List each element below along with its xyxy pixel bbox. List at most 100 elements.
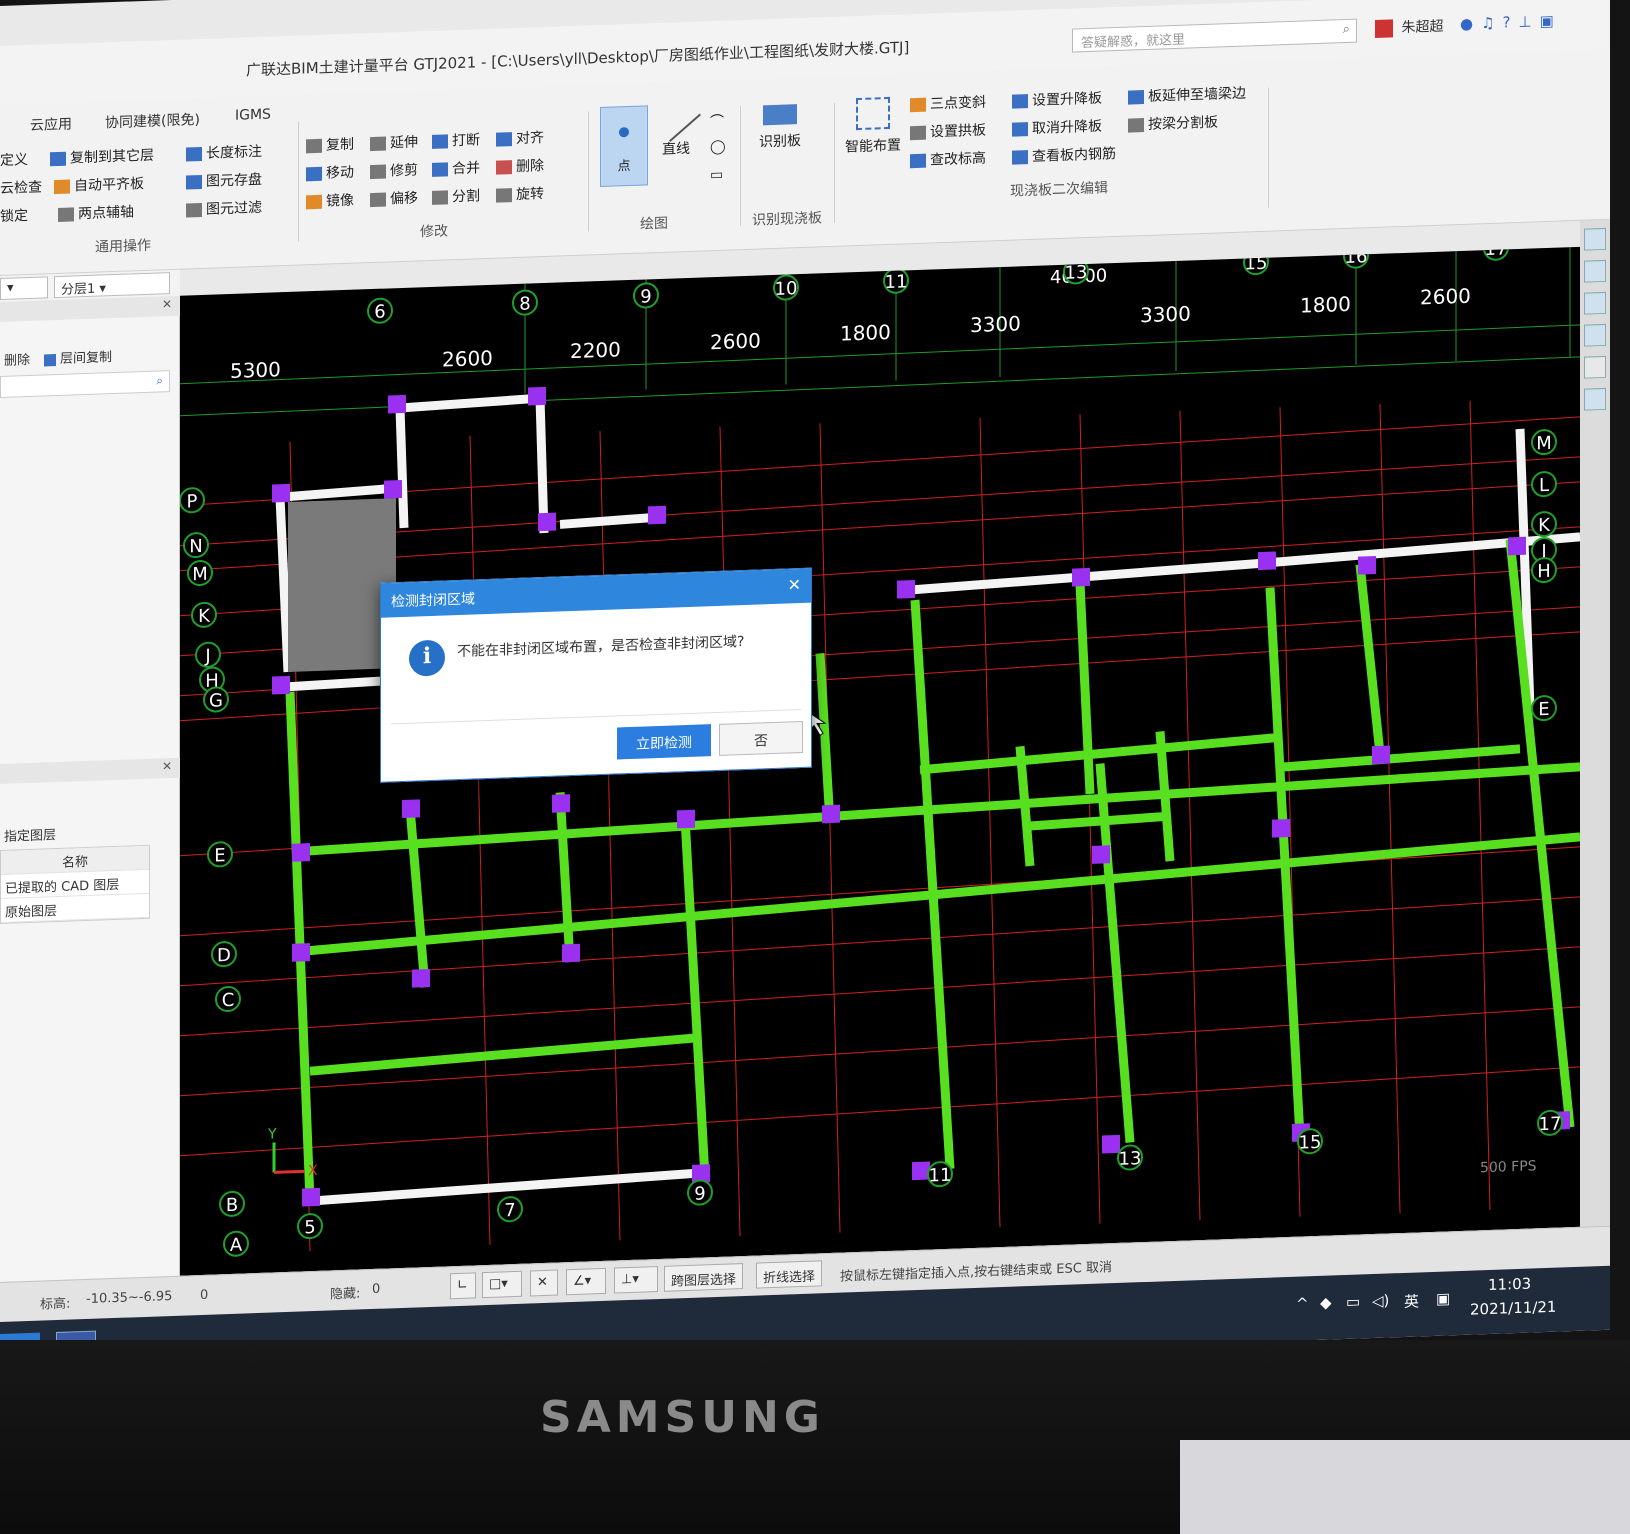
align-button[interactable]: 对齐 xyxy=(496,127,544,149)
copy-between-floors-action[interactable]: 层间复制 xyxy=(44,346,112,367)
extend-slab-button[interactable]: 板延伸至墙梁边 xyxy=(1128,82,1246,106)
tray-shield-icon[interactable]: ◆ xyxy=(1320,1294,1332,1312)
mirror-button[interactable]: 镜像 xyxy=(306,190,354,212)
list-item[interactable]: 原始图层 xyxy=(1,893,149,923)
panel-search-input[interactable]: ⌕ xyxy=(0,370,170,398)
copy-button[interactable]: 复制 xyxy=(306,134,354,156)
ortho-toggle[interactable]: ∟ xyxy=(450,1272,476,1300)
cancel-raise-slab-button[interactable]: 取消升降板 xyxy=(1012,116,1102,139)
identify-slab-button[interactable]: 识别板 xyxy=(750,104,810,152)
cloud-check-button[interactable]: 云检查 xyxy=(0,177,42,198)
level-slab-icon xyxy=(54,179,70,195)
ime-mode-icon[interactable]: ▣ xyxy=(1436,1289,1450,1307)
element-filter-button[interactable]: 图元过滤 xyxy=(186,197,262,220)
copy-floor-icon xyxy=(50,151,66,167)
line-draw-button[interactable]: 直线 xyxy=(651,92,701,159)
merge-button[interactable]: 合并 xyxy=(432,157,480,179)
layout-icon[interactable]: ▣ xyxy=(1540,11,1562,30)
rotate-button[interactable]: 旋转 xyxy=(496,183,544,205)
volume-icon[interactable]: ◁) xyxy=(1372,1291,1389,1310)
move-label: 移动 xyxy=(326,164,354,182)
length-dim-button[interactable]: 长度标注 xyxy=(186,141,262,164)
two-point-axis-button[interactable]: 两点辅轴 xyxy=(58,201,134,224)
header-icons[interactable]: ●♫?⊥▣ xyxy=(1460,11,1562,33)
x-axis-label: X xyxy=(308,1163,318,1179)
wall-segment xyxy=(275,496,293,673)
view-slab-rebar-button[interactable]: 查看板内钢筋 xyxy=(1012,143,1116,167)
polyline-select-button[interactable]: 折线选择 xyxy=(756,1260,823,1289)
view-iso-icon[interactable] xyxy=(1584,291,1606,315)
save-element-button[interactable]: 图元存盘 xyxy=(186,169,262,192)
cross-layer-select-button[interactable]: 跨图层选择 xyxy=(664,1263,744,1292)
arc-button[interactable]: ⌒ xyxy=(710,111,724,131)
extend-button[interactable]: 延伸 xyxy=(370,131,418,153)
lock-button[interactable]: 锁定 xyxy=(0,205,28,226)
clock-date[interactable]: 2021/11/21 xyxy=(1470,1298,1556,1319)
define-button[interactable]: 定义 xyxy=(0,149,28,170)
view-toolbar xyxy=(1580,219,1610,1227)
rect-button[interactable]: ▭ xyxy=(710,167,723,183)
delete-action[interactable]: 删除 xyxy=(4,349,30,369)
set-arch-button[interactable]: 设置拱板 xyxy=(910,120,986,143)
snap-toggle[interactable]: □▾ xyxy=(482,1270,522,1299)
network-icon[interactable]: ▭ xyxy=(1346,1293,1360,1311)
dim-toggle[interactable]: ⊥▾ xyxy=(614,1266,658,1294)
ime-indicator[interactable]: 英 xyxy=(1404,1290,1419,1312)
search-icon[interactable]: ⌕ xyxy=(1343,22,1350,37)
layers-section-title: 指定图层 xyxy=(4,828,57,845)
dialog-close-button[interactable]: ✕ xyxy=(788,575,801,594)
split-by-beam-button[interactable]: 按梁分割板 xyxy=(1128,111,1218,134)
dimension-label: 1800 xyxy=(840,320,891,346)
move-button[interactable]: 移动 xyxy=(306,162,354,184)
auto-level-label: 自动平齐板 xyxy=(74,175,144,195)
search-input[interactable]: 答疑解惑，就这里 ⌕ xyxy=(1072,18,1357,53)
search-icon[interactable]: ⌕ xyxy=(156,373,163,388)
circle-button[interactable]: ◯ xyxy=(710,139,726,156)
split-button[interactable]: 分割 xyxy=(432,185,480,207)
view-top-icon[interactable] xyxy=(1584,259,1606,283)
check-elevation-button[interactable]: 查改标高 xyxy=(910,148,986,171)
view-3d-icon[interactable] xyxy=(1584,227,1606,251)
message-icon[interactable]: ● xyxy=(1460,14,1481,33)
column xyxy=(272,675,290,695)
angle-toggle[interactable]: ∠▾ xyxy=(566,1267,606,1296)
tray-arrow-icon[interactable]: ^ xyxy=(1296,1294,1309,1312)
copy-to-floor-button[interactable]: 复制到其它层 xyxy=(50,145,154,169)
point-draw-button[interactable]: 点 xyxy=(600,105,648,188)
column xyxy=(388,394,406,414)
help-icon[interactable]: ? xyxy=(1503,13,1519,32)
auto-level-slab-button[interactable]: 自动平齐板 xyxy=(54,173,144,196)
rotate-view-icon[interactable] xyxy=(1584,355,1606,379)
tab-collab[interactable]: 协同建模(限免) xyxy=(105,109,200,132)
tab-cloud[interactable]: 云应用 xyxy=(30,113,72,134)
layout-view-icon[interactable] xyxy=(1584,387,1606,411)
view-cube-icon[interactable] xyxy=(1584,323,1606,347)
set-raise-slab-button[interactable]: 设置升降板 xyxy=(1012,88,1102,111)
point-icon xyxy=(619,127,629,138)
dimension-label: 3300 xyxy=(1140,301,1191,327)
floor-select[interactable]: 分层1 ▾ xyxy=(54,272,170,299)
check-now-button[interactable]: 立即检测 xyxy=(617,724,711,760)
support-icon[interactable]: ♫ xyxy=(1481,14,1502,33)
three-point-slope-button[interactable]: 三点变斜 xyxy=(910,92,986,115)
copy-floor-label: 复制到其它层 xyxy=(70,147,154,167)
close-icon[interactable]: ✕ xyxy=(162,297,172,311)
trim-button[interactable]: 修剪 xyxy=(370,159,418,181)
offset-icon xyxy=(370,192,386,208)
floor-type-select[interactable]: ▾ xyxy=(0,276,48,300)
no-button[interactable]: 否 xyxy=(719,720,803,756)
delete-button[interactable]: 删除 xyxy=(496,155,544,177)
check-closed-area-dialog: 检测封闭区域 ✕ i 不能在非封闭区域布置，是否检查非封闭区域? 立即检测 否 xyxy=(380,567,812,783)
pin-icon[interactable]: ⊥ xyxy=(1519,12,1540,31)
offset-button[interactable]: 偏移 xyxy=(370,187,418,209)
close-icon[interactable]: ✕ xyxy=(162,759,172,773)
fps-label: 500 FPS xyxy=(1480,1158,1537,1176)
clock-time[interactable]: 11:03 xyxy=(1488,1275,1531,1295)
break-button[interactable]: 打断 xyxy=(432,129,480,151)
tab-igms[interactable]: IGMS xyxy=(235,107,271,124)
cross-toggle[interactable]: ✕ xyxy=(530,1269,558,1297)
smart-layout-button[interactable]: 智能布置 xyxy=(840,96,906,156)
user-account[interactable]: 朱超超 xyxy=(1375,16,1443,38)
user-name: 朱超超 xyxy=(1401,18,1444,37)
axis-bubble-top: 10 xyxy=(775,278,798,300)
